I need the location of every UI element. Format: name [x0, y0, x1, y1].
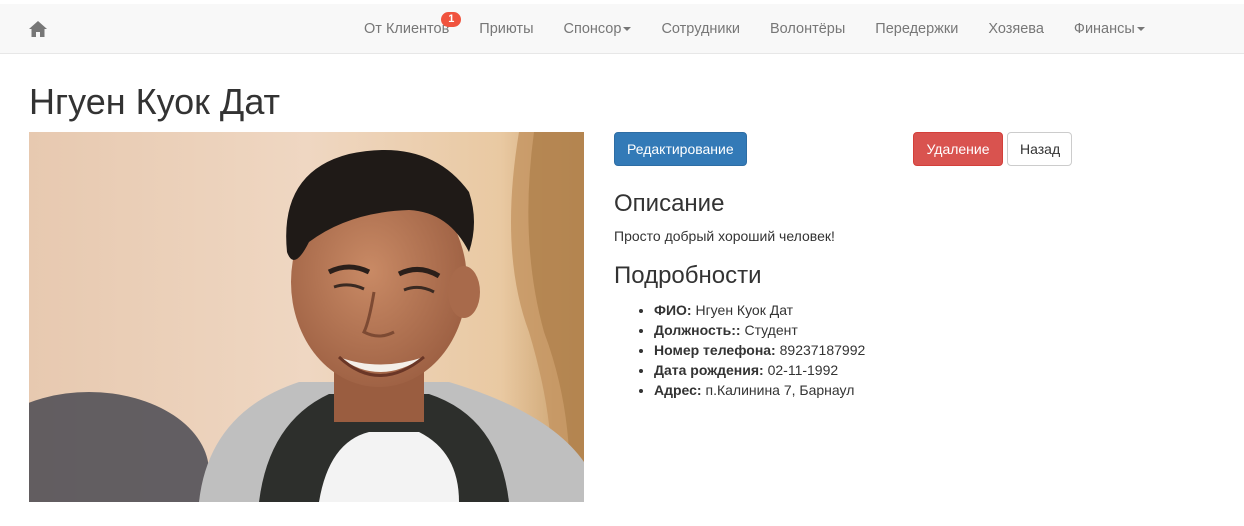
detail-value: Нгуен Куок Дат [695, 302, 794, 318]
detail-label: Адрес: [654, 382, 702, 398]
nav-item-label: От Клиентов [364, 21, 450, 37]
detail-item-phone: Номер телефона: 89237187992 [654, 340, 865, 360]
notification-badge: 1 [441, 12, 462, 27]
nav-item-label: Спонсор [563, 21, 622, 37]
nav-item-shelters[interactable]: Приюты [464, 4, 548, 54]
page-title: Нгуен Куок Дат [29, 81, 281, 122]
nav-item-volunteers[interactable]: Волонтёры [755, 4, 860, 54]
navbar: От Клиентов 1 Приюты Спонсор Сотрудники … [0, 4, 1244, 54]
nav-menu: От Клиентов 1 Приюты Спонсор Сотрудники … [349, 4, 1160, 54]
caret-down-icon [1136, 27, 1145, 32]
profile-photo [29, 132, 584, 502]
detail-value: 02-11-1992 [767, 362, 839, 378]
detail-item-position: Должность:: Студент [654, 320, 865, 340]
nav-item-label: Финансы [1073, 21, 1135, 37]
detail-value: 89237187992 [779, 342, 866, 358]
nav-item-from-clients[interactable]: От Клиентов 1 [349, 4, 464, 54]
nav-item-label: Хозяева [988, 21, 1044, 37]
detail-label: Дата рождения: [654, 362, 764, 378]
nav-item-label: Передержки [875, 21, 959, 37]
nav-item-employees[interactable]: Сотрудники [646, 4, 755, 54]
nav-item-label: Приюты [479, 21, 534, 37]
back-button[interactable]: Назад [1007, 132, 1072, 166]
detail-label: Должность:: [654, 322, 741, 338]
detail-value: Студент [744, 322, 798, 338]
edit-button[interactable]: Редактирование [614, 132, 747, 166]
nav-item-foster[interactable]: Передержки [860, 4, 973, 54]
detail-item-fullname: ФИО: Нгуен Куок Дат [654, 300, 865, 320]
detail-label: Номер телефона: [654, 342, 776, 358]
detail-value: п.Калинина 7, Барнаул [705, 382, 855, 398]
nav-item-sponsor[interactable]: Спонсор [549, 4, 647, 54]
home-icon[interactable] [28, 19, 48, 39]
nav-item-label: Волонтёры [769, 21, 846, 37]
details-heading: Подробности [614, 262, 762, 289]
details-list: ФИО: Нгуен Куок Дат Должность:: Студент … [614, 300, 865, 400]
detail-label: ФИО: [654, 302, 692, 318]
nav-item-owners[interactable]: Хозяева [973, 4, 1059, 54]
delete-button[interactable]: Удаление [913, 132, 1003, 166]
description-text: Просто добрый хороший человек! [614, 228, 835, 244]
detail-item-address: Адрес: п.Калинина 7, Барнаул [654, 380, 865, 400]
description-heading: Описание [614, 190, 725, 217]
nav-item-label: Сотрудники [661, 21, 740, 37]
caret-down-icon [623, 27, 632, 32]
detail-item-birthdate: Дата рождения: 02-11-1992 [654, 360, 865, 380]
nav-item-finance[interactable]: Финансы [1059, 4, 1160, 54]
